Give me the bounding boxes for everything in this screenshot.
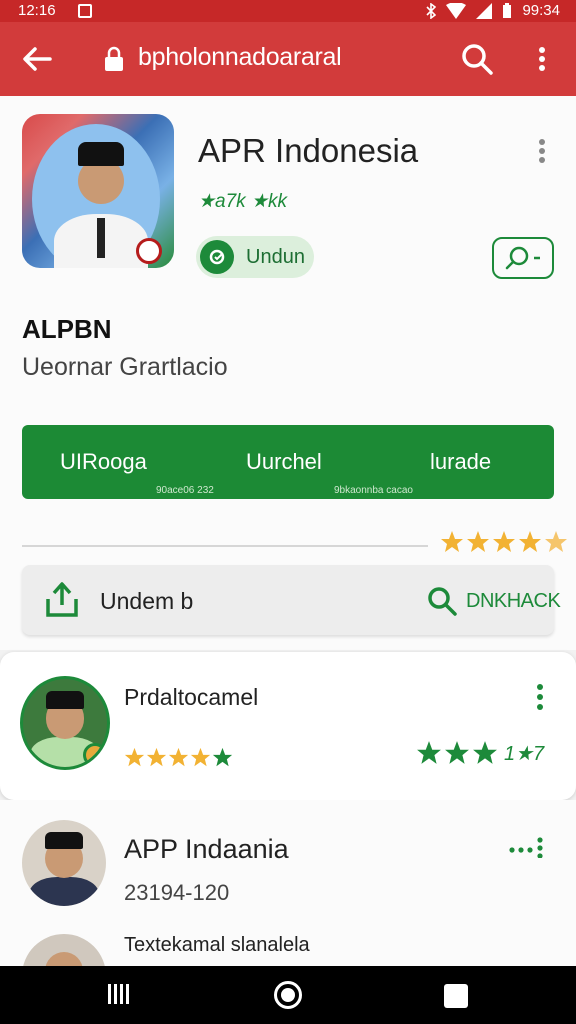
- list-item[interactable]: Prdaltocamel 1★7: [0, 652, 576, 800]
- signal-icon: [476, 2, 493, 19]
- overview-icon[interactable]: [444, 984, 468, 1008]
- list-item-title[interactable]: APP Indaania: [124, 834, 289, 865]
- tab-lurade[interactable]: lurade: [430, 449, 491, 475]
- search-icon[interactable]: [426, 585, 458, 617]
- app-subtitle: Ueornar Grartlacio: [22, 353, 228, 381]
- app-icon: [22, 114, 174, 268]
- avatar: [20, 676, 110, 770]
- upload-icon[interactable]: [44, 581, 80, 619]
- find-button[interactable]: DNKHACK: [466, 590, 561, 613]
- install-label: Undun: [246, 245, 305, 268]
- wifi-icon: [446, 2, 467, 19]
- list-item-green-stars: 1★7: [416, 740, 544, 766]
- tab-caption-left: 90ace06 232: [156, 485, 214, 496]
- browser-toolbar: bpholonnadoararal: [0, 22, 576, 96]
- star-icon: [190, 747, 211, 767]
- list-item-overflow-icon[interactable]: [508, 836, 546, 858]
- star-icon: [545, 531, 567, 552]
- status-time: 12:16: [18, 2, 56, 19]
- star-icon: [473, 741, 497, 764]
- overflow-menu-icon[interactable]: [532, 42, 552, 76]
- system-nav-bar: [0, 966, 576, 1024]
- action-bar: Undem b DNKHACK: [22, 565, 561, 635]
- star-icon: [519, 531, 541, 552]
- star-icon: [124, 747, 145, 767]
- status-clock-right: 99:34: [522, 2, 560, 19]
- app-badge-icon: [136, 238, 162, 264]
- star-icon: [467, 531, 489, 552]
- magnifier-icon: [505, 246, 540, 270]
- url-field[interactable]: bpholonnadoararal: [138, 43, 342, 72]
- list-section: APP Indaania 23194-120 Textekamal slanal…: [0, 800, 576, 1018]
- app-title: APR Indonesia: [198, 132, 419, 169]
- app-rating-text: ★a7k ★kk: [198, 191, 287, 212]
- badge-icon: [83, 743, 107, 767]
- app-overflow-icon[interactable]: [532, 136, 552, 166]
- star-icon: [441, 531, 463, 552]
- lock-icon: [105, 46, 123, 71]
- home-icon[interactable]: [274, 981, 302, 1009]
- status-bar: 12:16 99:34: [0, 0, 576, 22]
- bluetooth-icon: [426, 2, 437, 19]
- tab-caption-right: 9bkaonnba cacao: [334, 485, 413, 496]
- list-item-stars: [124, 747, 233, 768]
- developer-name: ALPBN: [22, 314, 112, 344]
- star-icon: [146, 747, 167, 767]
- star-icon: [212, 747, 233, 767]
- list-item-subtitle: 23194-120: [124, 880, 230, 905]
- list-item-overflow-icon[interactable]: [534, 682, 546, 712]
- tab-uurchel[interactable]: Uurchel: [246, 449, 322, 475]
- list-item-title: Prdaltocamel: [124, 684, 259, 710]
- search-icon[interactable]: [460, 42, 494, 76]
- avatar: [22, 820, 106, 906]
- rating-stars: [440, 530, 568, 554]
- list-item-extra: 1★7: [504, 742, 545, 765]
- recent-apps-icon[interactable]: [106, 982, 132, 1006]
- install-button[interactable]: Undun: [196, 236, 314, 278]
- star-icon: [168, 747, 189, 767]
- battery-icon: [503, 2, 512, 18]
- action-label[interactable]: Undem b: [100, 588, 193, 615]
- divider: [22, 545, 428, 547]
- list-item-title[interactable]: Textekamal slanalela: [124, 934, 310, 957]
- star-icon: [493, 531, 515, 552]
- status-icons: 99:34: [426, 2, 560, 19]
- search-app-button[interactable]: [492, 237, 554, 279]
- install-icon: [200, 240, 234, 274]
- star-icon: [445, 741, 469, 764]
- tab-uirooga[interactable]: UIRooga: [60, 449, 147, 475]
- star-icon: [417, 741, 441, 764]
- back-arrow-icon[interactable]: [20, 42, 54, 76]
- tab-bar: UIRooga Uurchel lurade 90ace06 232 9bkao…: [22, 425, 554, 499]
- notification-icon: [78, 4, 92, 18]
